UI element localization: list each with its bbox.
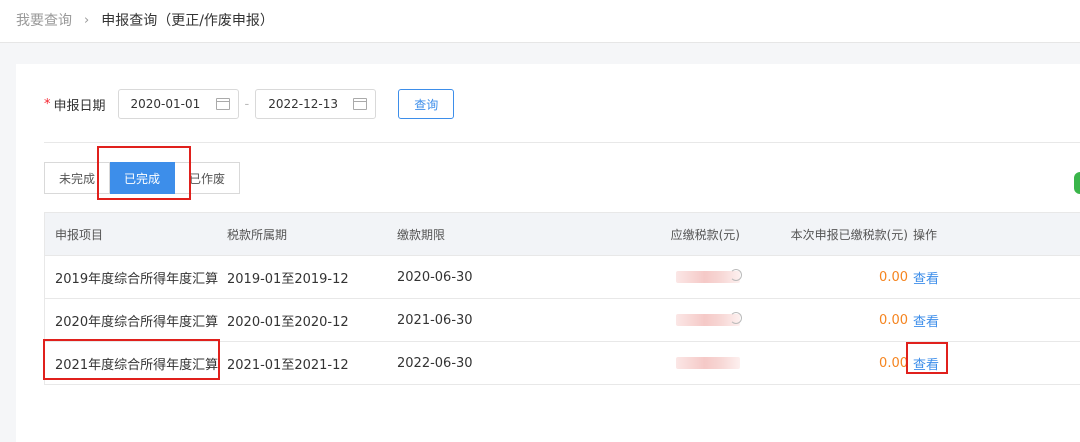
view-link[interactable]: 查看 <box>913 342 939 384</box>
main-panel: * 申报日期 2020-01-01 - 2022-12-13 查询 未完成 已完… <box>16 64 1080 442</box>
row-project: 2021年度综合所得年度汇算 <box>55 357 219 373</box>
row-period: 2021-01至2021-12 <box>227 357 349 373</box>
tab-voided[interactable]: 已作废 <box>175 162 241 194</box>
date-to-input[interactable]: 2022-12-13 <box>255 89 377 119</box>
table-row: 2021年度综合所得年度汇算 2021-01至2021-12 2022-06-3… <box>45 341 1080 384</box>
row-paid: 0.00 <box>879 355 908 371</box>
tab-incomplete[interactable]: 未完成 <box>44 162 111 194</box>
breadcrumb-parent[interactable]: 我要查询 <box>16 10 72 30</box>
date-label: 申报日期 <box>53 98 106 114</box>
table-row: 2019年度综合所得年度汇算 2019-01至2019-12 2020-06-3… <box>45 255 1080 298</box>
row-due: 2021-06-30 <box>397 312 473 328</box>
floating-widget-icon[interactable] <box>1074 172 1080 194</box>
header-tax-due: 应缴税款(元) <box>670 227 740 242</box>
loading-spinner-icon <box>730 269 742 281</box>
required-mark: * <box>44 96 51 112</box>
breadcrumb: 我要查询 › 申报查询（更正/作废申报） <box>16 10 274 30</box>
row-period: 2019-01至2019-12 <box>227 271 349 287</box>
status-tabs: 未完成 已完成 已作废 <box>44 162 241 194</box>
header-due: 缴款期限 <box>397 227 446 242</box>
row-due: 2020-06-30 <box>397 269 473 285</box>
query-button[interactable]: 查询 <box>398 89 455 119</box>
row-paid: 0.00 <box>879 312 908 328</box>
breadcrumb-chevron-icon: › <box>84 12 90 28</box>
header-project: 申报项目 <box>55 227 104 242</box>
calendar-icon[interactable] <box>215 98 230 110</box>
date-range-separator: - <box>244 96 250 112</box>
row-period: 2020-01至2020-12 <box>227 314 349 330</box>
loading-spinner-icon <box>730 312 742 324</box>
divider <box>44 142 1080 143</box>
header-period: 税款所属期 <box>227 227 288 242</box>
row-paid: 0.00 <box>879 269 908 285</box>
table-row: 2020年度综合所得年度汇算 2020-01至2020-12 2021-06-3… <box>45 298 1080 341</box>
tab-completed[interactable]: 已完成 <box>110 162 176 194</box>
view-link[interactable]: 查看 <box>913 256 939 298</box>
row-project: 2020年度综合所得年度汇算 <box>55 314 219 330</box>
header-paid: 本次申报已缴税款(元) <box>790 227 908 242</box>
date-from-value: 2020-01-01 <box>130 97 201 111</box>
date-from-input[interactable]: 2020-01-01 <box>117 89 239 119</box>
header-action: 操作 <box>913 227 938 242</box>
table-header: 申报项目 税款所属期 缴款期限 应缴税款(元) 本次申报已缴税款(元) 操作 <box>45 213 1080 255</box>
row-project: 2019年度综合所得年度汇算 <box>55 271 219 287</box>
date-to-value: 2022-12-13 <box>268 97 338 111</box>
calendar-icon[interactable] <box>353 98 368 110</box>
breadcrumb-current: 申报查询（更正/作废申报） <box>101 13 274 29</box>
view-link[interactable]: 查看 <box>913 299 939 341</box>
date-filter-row: * 申报日期 2020-01-01 - 2022-12-13 查询 <box>44 88 455 120</box>
declaration-table: 申报项目 税款所属期 缴款期限 应缴税款(元) 本次申报已缴税款(元) 操作 2… <box>44 212 1080 385</box>
row-due: 2022-06-30 <box>397 355 473 371</box>
top-bar: 我要查询 › 申报查询（更正/作废申报） <box>0 0 1080 43</box>
blurred-amount <box>676 357 740 369</box>
